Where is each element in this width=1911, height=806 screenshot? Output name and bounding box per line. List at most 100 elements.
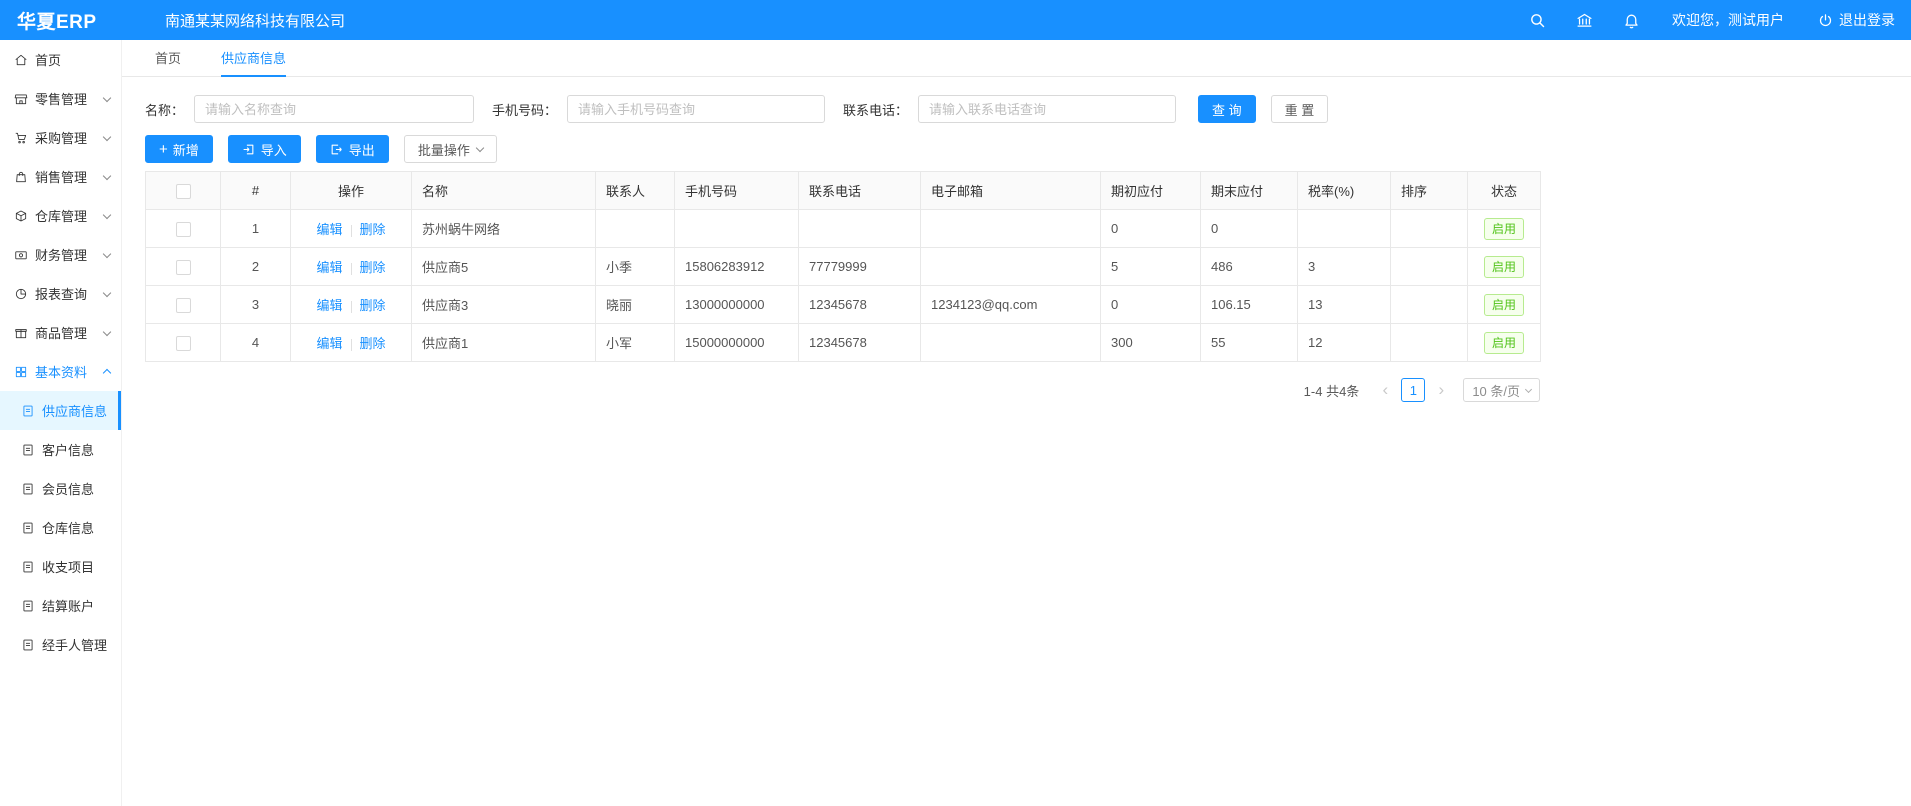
batch-actions-button[interactable]: 批量操作 — [404, 135, 497, 163]
sidebar-item-settlement-accounts[interactable]: 结算账户 — [0, 586, 121, 625]
column-header: 手机号码 — [675, 172, 799, 210]
chevron-down-icon — [103, 288, 111, 296]
add-button[interactable]: + 新增 — [145, 135, 213, 163]
row-select-cell — [146, 248, 221, 286]
table-row: 4编辑删除供应商1小军15000000000123456783005512启用 — [146, 324, 1541, 362]
row-index: 4 — [221, 324, 291, 362]
cell-name: 苏州蜗牛网络 — [412, 210, 596, 248]
cell-email — [921, 324, 1101, 362]
delete-link[interactable]: 删除 — [360, 260, 386, 275]
sidebar-subitem-label: 供应商信息 — [42, 401, 107, 420]
column-header: 名称 — [412, 172, 596, 210]
name-filter-input[interactable] — [194, 95, 474, 123]
cell-mobile: 13000000000 — [675, 286, 799, 324]
column-header: 电子邮箱 — [921, 172, 1101, 210]
current-page-button[interactable]: 1 — [1401, 378, 1425, 402]
delete-link[interactable]: 删除 — [360, 298, 386, 313]
sidebar-item-basic-data[interactable]: 基本资料 — [0, 352, 121, 391]
sidebar-subitem-label: 收支项目 — [42, 557, 94, 576]
delete-link[interactable]: 删除 — [360, 336, 386, 351]
cell-opening-payable: 5 — [1101, 248, 1201, 286]
row-actions: 编辑 删除 — [291, 286, 412, 324]
sidebar-item-member-info[interactable]: 会员信息 — [0, 469, 121, 508]
sidebar-item-home[interactable]: 首页 — [0, 40, 121, 79]
cell-name: 供应商1 — [412, 324, 596, 362]
sidebar-item-label: 财务管理 — [35, 245, 87, 264]
pagination: 1-4 共4条 ‹ 1 › 10 条/页 — [145, 378, 1540, 402]
edit-link[interactable]: 编辑 — [316, 298, 342, 313]
cell-opening-payable: 0 — [1101, 210, 1201, 248]
chevron-up-icon — [103, 369, 111, 377]
reset-button[interactable]: 重 置 — [1271, 95, 1329, 123]
logout-icon — [1818, 13, 1833, 28]
mobile-filter-input[interactable] — [567, 95, 825, 123]
sidebar-item-supplier-info[interactable]: 供应商信息 — [0, 391, 121, 430]
column-header: 操作 — [291, 172, 412, 210]
sidebar-item-warehouse-info[interactable]: 仓库信息 — [0, 508, 121, 547]
bank-icon[interactable] — [1576, 12, 1593, 29]
table-row: 2编辑删除供应商5小季158062839127777999954863启用 — [146, 248, 1541, 286]
row-checkbox[interactable] — [176, 222, 191, 237]
sidebar-item-sales[interactable]: 销售管理 — [0, 157, 121, 196]
sidebar-subitem-label: 结算账户 — [42, 596, 94, 615]
table-row: 3编辑删除供应商3晓丽13000000000123456781234123@qq… — [146, 286, 1541, 324]
row-checkbox[interactable] — [176, 298, 191, 313]
sidebar-submenu-basic-data: 供应商信息客户信息会员信息仓库信息收支项目结算账户经手人管理 — [0, 391, 121, 664]
sidebar-item-warehouse[interactable]: 仓库管理 — [0, 196, 121, 235]
page-size-label: 10 条/页 — [1472, 381, 1520, 400]
search-icon[interactable] — [1529, 12, 1546, 29]
file-icon — [21, 404, 35, 418]
supplier-table: #操作名称联系人手机号码联系电话电子邮箱期初应付期末应付税率(%)排序状态 1编… — [145, 171, 1541, 362]
prev-page-button[interactable]: ‹ — [1373, 378, 1397, 402]
edit-link[interactable]: 编辑 — [316, 222, 342, 237]
delete-link[interactable]: 删除 — [360, 222, 386, 237]
sidebar-item-handler-management[interactable]: 经手人管理 — [0, 625, 121, 664]
edit-link[interactable]: 编辑 — [316, 260, 342, 275]
cell-phone: 12345678 — [799, 324, 921, 362]
sidebar-item-reports[interactable]: 报表查询 — [0, 274, 121, 313]
next-page-button[interactable]: › — [1429, 378, 1453, 402]
cell-status: 启用 — [1468, 248, 1541, 286]
row-select-cell — [146, 286, 221, 324]
app-logo[interactable]: 华夏ERP — [0, 7, 122, 34]
column-header: 期初应付 — [1101, 172, 1201, 210]
sidebar-item-label: 采购管理 — [35, 128, 87, 147]
import-icon — [242, 143, 255, 156]
status-badge: 启用 — [1484, 332, 1524, 354]
edit-link[interactable]: 编辑 — [316, 336, 342, 351]
search-button[interactable]: 查 询 — [1198, 95, 1256, 123]
content-area: 名称： 手机号码： 联系电话： 查 询 重 置 + 新增 导入 — [122, 77, 1911, 402]
row-actions: 编辑 删除 — [291, 324, 412, 362]
row-checkbox[interactable] — [176, 260, 191, 275]
sidebar-item-income-expense-items[interactable]: 收支项目 — [0, 547, 121, 586]
sidebar-item-purchase[interactable]: 采购管理 — [0, 118, 121, 157]
bell-icon[interactable] — [1623, 12, 1640, 29]
tabbar: 首页 供应商信息 — [122, 40, 1911, 77]
column-header: # — [221, 172, 291, 210]
sidebar-item-customer-info[interactable]: 客户信息 — [0, 430, 121, 469]
tab-home[interactable]: 首页 — [155, 40, 181, 77]
phone-filter-input[interactable] — [918, 95, 1176, 123]
cell-sort — [1391, 286, 1468, 324]
chevron-down-icon — [1525, 385, 1532, 392]
column-header: 状态 — [1468, 172, 1541, 210]
sidebar-item-finance[interactable]: 财务管理 — [0, 235, 121, 274]
export-button[interactable]: 导出 — [316, 135, 389, 163]
tab-supplier-info[interactable]: 供应商信息 — [221, 40, 286, 77]
cell-opening-payable: 300 — [1101, 324, 1201, 362]
pagination-total: 1-4 共4条 — [1304, 381, 1360, 400]
select-all-checkbox[interactable] — [176, 184, 191, 199]
toolbar: + 新增 导入 导出 批量操作 — [145, 135, 1911, 163]
sidebar-item-products[interactable]: 商品管理 — [0, 313, 121, 352]
sidebar-subitem-label: 仓库信息 — [42, 518, 94, 537]
sidebar-subitem-label: 会员信息 — [42, 479, 94, 498]
cell-ending-payable: 106.15 — [1201, 286, 1298, 324]
pie-chart-icon — [14, 287, 28, 301]
sidebar-item-retail[interactable]: 零售管理 — [0, 79, 121, 118]
page-size-select[interactable]: 10 条/页 — [1463, 378, 1540, 402]
cell-ending-payable: 55 — [1201, 324, 1298, 362]
logout-button[interactable]: 退出登录 — [1818, 10, 1895, 30]
cell-status: 启用 — [1468, 324, 1541, 362]
row-checkbox[interactable] — [176, 336, 191, 351]
import-button[interactable]: 导入 — [228, 135, 301, 163]
